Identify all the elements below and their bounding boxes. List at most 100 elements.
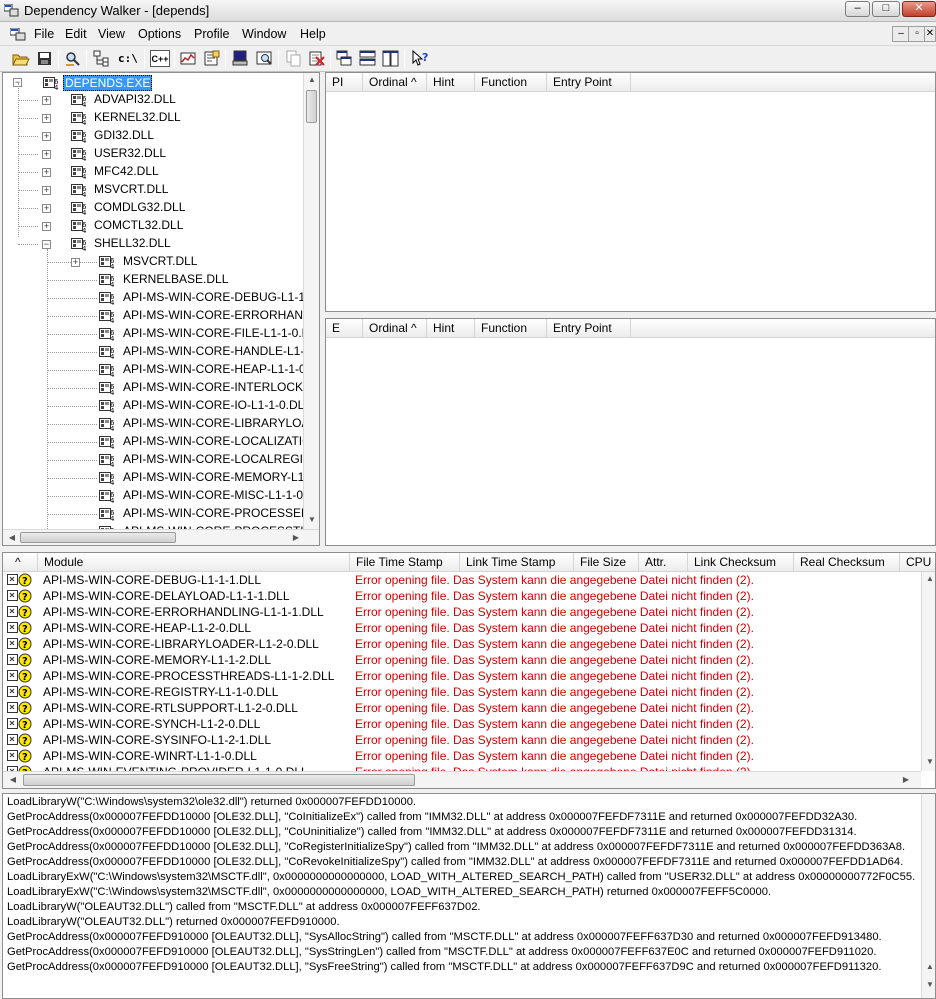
module-error-text: Error opening file. Das System kann die … (355, 589, 754, 603)
col-entry-point[interactable]: Entry Point (547, 319, 631, 338)
svg-text:?: ? (22, 672, 28, 683)
module-row[interactable]: ? API-MS-WIN-CORE-PROCESSTHREADS-L1-1-2.D… (3, 668, 935, 684)
dll-module-icon: 64 (99, 435, 117, 451)
find-icon[interactable] (63, 49, 82, 68)
module-row[interactable]: ? API-MS-WIN-CORE-WINRT-L1-1-0.DLL Error o… (3, 748, 935, 764)
dll-module-icon: 64 (99, 399, 117, 415)
module-row[interactable]: ? API-MS-WIN-CORE-MEMORY-L1-1-2.DLL Error … (3, 652, 935, 668)
col-module[interactable]: Module (38, 553, 350, 572)
close-button[interactable]: ✕ (902, 1, 936, 17)
col-function[interactable]: Function (475, 319, 547, 338)
expand-toggle[interactable]: + (42, 186, 51, 195)
module-vertical-scrollbar[interactable]: ▲ ▼ (921, 572, 935, 771)
clear-log-icon[interactable] (307, 49, 326, 68)
module-row[interactable]: ? API-MS-WIN-CORE-HEAP-L1-2-0.DLL Error op… (3, 620, 935, 636)
properties-icon[interactable] (202, 49, 221, 68)
module-dependency-tree[interactable]: −6 4 DEPENDS.EXE +6 4 ADVAPI32.DLL +6 4 KERNEL32… (2, 72, 320, 546)
tile-horizontal-icon[interactable] (358, 49, 377, 68)
tree-hscroll-thumb[interactable] (20, 532, 176, 543)
svg-text:4: 4 (110, 425, 115, 431)
module-list[interactable]: ^ Module File Time Stamp Link Time Stamp… (2, 552, 936, 789)
col-entry-point[interactable]: Entry Point (547, 73, 631, 92)
expand-toggle[interactable]: − (42, 240, 51, 249)
title-bar[interactable]: Dependency Walker - [depends] – □ ✕ (0, 0, 936, 22)
full-paths-icon[interactable]: c:\ (118, 49, 138, 68)
col-hint[interactable]: Hint (427, 319, 475, 338)
module-row[interactable]: ? API-MS-WIN-CORE-LIBRARYLOADER-L1-2-0.DL… (3, 636, 935, 652)
module-hscroll-thumb[interactable] (23, 774, 415, 786)
parent-imports-list[interactable]: PI Ordinal ^ Hint Function Entry Point (325, 72, 936, 312)
log-window[interactable]: LoadLibraryW("C:\Windows\system32\ole32.… (2, 793, 936, 999)
menu-edit[interactable]: Edit (65, 27, 87, 41)
col-file-time-stamp[interactable]: File Time Stamp (350, 553, 460, 572)
svg-text:4: 4 (54, 84, 59, 90)
tile-vertical-icon[interactable] (381, 49, 400, 68)
col-pi[interactable]: PI (326, 73, 363, 92)
col-function[interactable]: Function (475, 73, 547, 92)
col-real-checksum[interactable]: Real Checksum (794, 553, 900, 572)
expand-toggle[interactable]: + (42, 150, 51, 159)
dll-module-icon: 64 (99, 291, 117, 307)
module-row[interactable]: ? API-MS-WIN-CORE-ERRORHANDLING-L1-1-1.DL… (3, 604, 935, 620)
col-ordinal[interactable]: Ordinal ^ (363, 319, 427, 338)
search-system-icon[interactable] (255, 49, 274, 68)
log-line: GetProcAddress(0x000007FEFD910000 [OLEAU… (7, 961, 882, 973)
minimize-button[interactable]: – (845, 1, 870, 17)
col-link-time-stamp[interactable]: Link Time Stamp (460, 553, 574, 572)
module-row[interactable]: ? API-MS-WIN-CORE-DELAYLOAD-L1-1-1.DLL Err… (3, 588, 935, 604)
module-name: API-MS-WIN-CORE-SYNCH-L1-2-0.DLL (43, 717, 261, 731)
log-line: GetProcAddress(0x000007FEFD910000 [OLEAU… (7, 931, 882, 943)
col-cpu[interactable]: CPU (900, 553, 935, 572)
maximize-button[interactable]: □ (872, 1, 900, 17)
profile-start-icon[interactable] (179, 49, 198, 68)
tree-horizontal-scrollbar[interactable]: ◀ ▶ (3, 529, 319, 545)
menu-window[interactable]: Window (242, 27, 286, 41)
col-attr[interactable]: Attr. (639, 553, 688, 572)
expand-toggle[interactable]: + (42, 96, 51, 105)
log-vertical-scrollbar[interactable]: ▲ ▼ (921, 794, 935, 998)
tree-vertical-scrollbar[interactable]: ▲ ▼ (303, 73, 319, 529)
menu-options[interactable]: Options (138, 27, 181, 41)
module-row[interactable]: ? API-MS-WIN-CORE-SYSINFO-L1-2-1.DLL Error… (3, 732, 935, 748)
col-e[interactable]: E (326, 319, 363, 338)
mdi-child-icon[interactable] (10, 28, 26, 41)
log-line: LoadLibraryW("C:\Windows\system32\ole32.… (7, 796, 417, 808)
module-row[interactable]: ? API-MS-WIN-CORE-REGISTRY-L1-1-0.DLL Erro… (3, 684, 935, 700)
save-icon[interactable] (35, 49, 54, 68)
module-row[interactable]: ? API-MS-WIN-CORE-DEBUG-L1-1-1.DLL Error o… (3, 572, 935, 588)
undecorate-cpp-icon[interactable]: C++ (150, 50, 170, 67)
expand-toggle[interactable]: + (42, 114, 51, 123)
svg-text:4: 4 (82, 173, 87, 179)
open-icon[interactable] (11, 49, 30, 68)
col-link-checksum[interactable]: Link Checksum (688, 553, 794, 572)
svg-text:4: 4 (82, 227, 87, 233)
expand-toggle[interactable]: + (42, 222, 51, 231)
expand-toggle[interactable]: + (42, 204, 51, 213)
col-status[interactable]: ^ (3, 553, 38, 572)
menu-help[interactable]: Help (300, 27, 326, 41)
col-file-size[interactable]: File Size (574, 553, 639, 572)
copy-icon[interactable] (284, 49, 303, 68)
module-horizontal-scrollbar[interactable]: ◀ ▶ (3, 771, 921, 788)
module-row[interactable]: ? API-MS-WIN-CORE-RTLSUPPORT-L1-2-0.DLL Er… (3, 700, 935, 716)
missing-module-warning-icon: ? (7, 605, 33, 619)
tree-vscroll-thumb[interactable] (306, 90, 317, 123)
mdi-close-button[interactable]: ✕ (924, 26, 936, 42)
module-error-text: Error opening file. Das System kann die … (355, 621, 754, 635)
view-module-icon[interactable] (231, 49, 250, 68)
cascade-icon[interactable] (335, 49, 354, 68)
menu-file[interactable]: File (34, 27, 54, 41)
context-help-icon[interactable]: ? (410, 49, 429, 68)
expand-toggle[interactable]: + (42, 132, 51, 141)
menu-profile[interactable]: Profile (194, 27, 229, 41)
col-hint[interactable]: Hint (427, 73, 475, 92)
exports-list[interactable]: E Ordinal ^ Hint Function Entry Point (325, 318, 936, 546)
expand-toggle[interactable]: + (42, 168, 51, 177)
module-row[interactable]: ? API-MS-WIN-CORE-SYNCH-L1-2-0.DLL Error o… (3, 716, 935, 732)
expand-toggle[interactable]: + (71, 258, 80, 267)
col-ordinal[interactable]: Ordinal ^ (363, 73, 427, 92)
imports-header: PI Ordinal ^ Hint Function Entry Point (326, 73, 935, 92)
missing-module-warning-icon: ? (7, 573, 33, 587)
menu-view[interactable]: View (98, 27, 125, 41)
tree-collapse-icon[interactable] (92, 49, 111, 68)
